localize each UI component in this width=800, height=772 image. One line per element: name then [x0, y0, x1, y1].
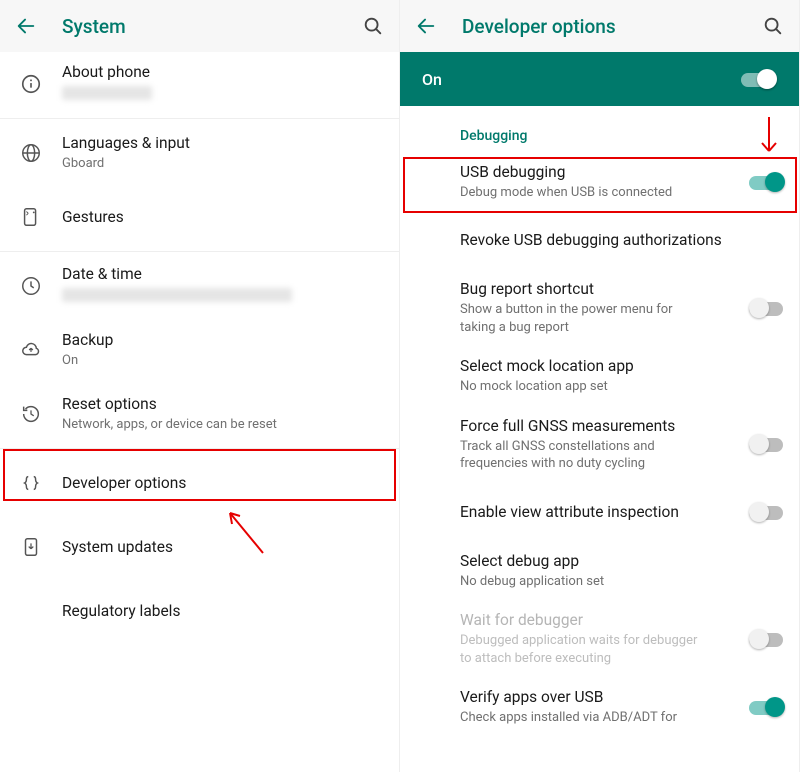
label-date-time: Date & time: [62, 264, 385, 285]
master-toggle-row[interactable]: On: [400, 52, 799, 106]
toggle-verify-apps[interactable]: [749, 697, 785, 717]
label-verify-apps: Verify apps over USB: [460, 687, 749, 708]
item-wait-debugger: Wait for debugger Debugged application w…: [400, 600, 799, 677]
search-button[interactable]: [353, 6, 393, 46]
label-developer-options: Developer options: [62, 473, 385, 494]
sub-backup: On: [62, 352, 385, 370]
back-button[interactable]: [406, 6, 446, 46]
sub-wait-debugger: Debugged application waits for debugger …: [460, 632, 710, 667]
label-gestures: Gestures: [62, 207, 385, 228]
label-revoke-usb: Revoke USB debugging authorizations: [460, 230, 785, 251]
item-view-attr[interactable]: Enable view attribute inspection: [400, 483, 799, 541]
item-about-phone[interactable]: About phone: [0, 52, 399, 116]
page-title: Developer options: [446, 15, 753, 38]
search-icon: [762, 15, 784, 37]
sub-select-debug-app: No debug application set: [460, 573, 710, 591]
item-verify-apps-usb[interactable]: Verify apps over USB Check apps installe…: [400, 677, 799, 736]
label-about-phone: About phone: [62, 62, 385, 83]
divider: [0, 251, 399, 252]
label-force-gnss: Force full GNSS measurements: [460, 416, 749, 437]
arrow-back-icon: [415, 15, 437, 37]
cloud-icon: [20, 339, 42, 361]
item-revoke-usb[interactable]: Revoke USB debugging authorizations: [400, 211, 799, 269]
item-select-debug-app[interactable]: Select debug app No debug application se…: [400, 541, 799, 600]
search-icon: [362, 15, 384, 37]
gesture-icon: [20, 206, 42, 228]
arrow-back-icon: [15, 15, 37, 37]
sub-verify-apps: Check apps installed via ADB/ADT for: [460, 709, 710, 727]
section-debugging: Debugging: [400, 106, 799, 152]
search-button[interactable]: [753, 6, 793, 46]
sub-usb-debugging: Debug mode when USB is connected: [460, 184, 710, 202]
label-reset: Reset options: [62, 394, 385, 415]
label-select-debug-app: Select debug app: [460, 551, 785, 572]
master-toggle[interactable]: [741, 69, 777, 89]
header-developer: Developer options: [400, 0, 799, 52]
sub-languages-input: Gboard: [62, 155, 385, 173]
item-usb-debugging[interactable]: USB debugging Debug mode when USB is con…: [400, 152, 799, 211]
globe-icon: [20, 142, 42, 164]
item-bug-report-shortcut[interactable]: Bug report shortcut Show a button in the…: [400, 269, 799, 346]
label-backup: Backup: [62, 330, 385, 351]
item-developer-options[interactable]: Developer options: [0, 451, 399, 515]
label-view-attr: Enable view attribute inspection: [460, 502, 749, 523]
label-regulatory: Regulatory labels: [62, 601, 385, 622]
label-usb-debugging: USB debugging: [460, 162, 749, 183]
history-icon: [20, 403, 42, 425]
toggle-usb-debugging[interactable]: [749, 172, 785, 192]
redacted-text: [62, 288, 292, 302]
developer-options-pane: Developer options On Debugging USB debug…: [400, 0, 800, 772]
sub-bug-report: Show a button in the power menu for taki…: [460, 301, 710, 336]
item-backup[interactable]: Backup On: [0, 318, 399, 382]
page-title: System: [46, 15, 353, 38]
label-languages-input: Languages & input: [62, 133, 385, 154]
info-icon: [20, 73, 42, 95]
system-settings-pane: System About phone Languages & input Gbo…: [0, 0, 400, 772]
toggle-force-gnss[interactable]: [749, 434, 785, 454]
device-download-icon: [20, 536, 42, 558]
item-force-gnss[interactable]: Force full GNSS measurements Track all G…: [400, 406, 799, 483]
clock-icon: [20, 275, 42, 297]
toggle-view-attr[interactable]: [749, 502, 785, 522]
braces-icon: [20, 472, 42, 494]
sub-force-gnss: Track all GNSS constellations and freque…: [460, 438, 710, 473]
master-toggle-label: On: [422, 70, 741, 89]
sub-reset: Network, apps, or device can be reset: [62, 416, 385, 434]
back-button[interactable]: [6, 6, 46, 46]
item-gestures[interactable]: Gestures: [0, 185, 399, 249]
label-wait-debugger: Wait for debugger: [460, 610, 749, 631]
sub-mock-location: No mock location app set: [460, 378, 710, 396]
label-bug-report: Bug report shortcut: [460, 279, 749, 300]
label-system-updates: System updates: [62, 537, 385, 558]
item-regulatory[interactable]: Regulatory labels: [0, 579, 399, 643]
label-mock-location: Select mock location app: [460, 356, 785, 377]
item-languages-input[interactable]: Languages & input Gboard: [0, 121, 399, 185]
divider: [0, 448, 399, 449]
toggle-wait-debugger: [749, 629, 785, 649]
redacted-text: [62, 86, 152, 100]
header-system: System: [0, 0, 399, 52]
toggle-bug-report[interactable]: [749, 298, 785, 318]
item-reset[interactable]: Reset options Network, apps, or device c…: [0, 382, 399, 446]
item-mock-location[interactable]: Select mock location app No mock locatio…: [400, 346, 799, 405]
item-system-updates[interactable]: System updates: [0, 515, 399, 579]
item-date-time[interactable]: Date & time: [0, 254, 399, 318]
divider: [0, 118, 399, 119]
